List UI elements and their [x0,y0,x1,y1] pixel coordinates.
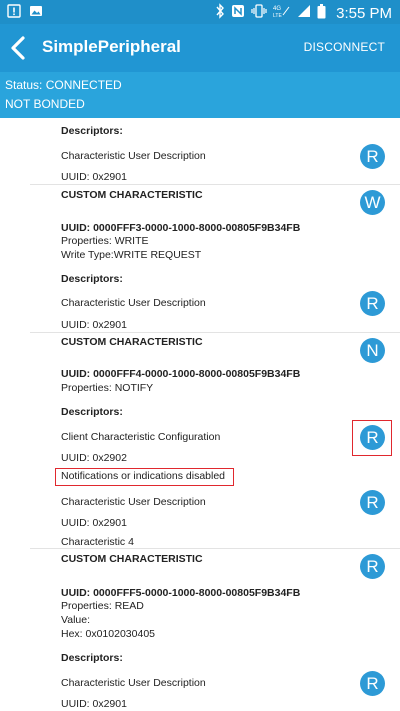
connection-status-strip: Status: CONNECTED NOT BONDED [0,72,400,118]
divider [30,184,400,185]
descriptor-name: Characteristic User Description [61,496,206,508]
app-bar: SimplePeripheral DISCONNECT [0,24,400,72]
app-title: SimplePeripheral [42,37,181,56]
read-button[interactable]: R [360,490,385,515]
read-button[interactable]: R [360,291,385,316]
descriptor-name: Characteristic User Description [61,677,206,689]
cccd-read-button[interactable]: R [360,425,385,450]
read-button[interactable]: R [360,671,385,696]
cccd-status: Notifications or indications disabled [61,470,226,482]
characteristics-list[interactable]: Descriptors: Characteristic User Descrip… [0,118,400,711]
characteristic-title: CUSTOM CHARACTERISTIC [61,553,203,565]
svg-text:4G: 4G [273,6,281,12]
svg-text:LTE: LTE [273,13,282,19]
characteristic-title: CUSTOM CHARACTERISTIC [61,189,203,201]
cccd-descriptor-uuid: UUID: 0x2902 [61,452,127,464]
nfc-icon [231,4,245,22]
write-button[interactable]: W [360,190,385,215]
descriptors-heading: Descriptors: [61,273,123,285]
back-arrow-icon[interactable] [6,34,32,62]
value-label: Value: [61,614,90,626]
characteristic-write-type: Write Type:WRITE REQUEST [61,249,202,261]
system-status-bar: 4G LTE 3:55 PM [0,0,400,24]
read-button[interactable]: R [360,554,385,579]
descriptor-value: Characteristic 4 [61,536,134,548]
descriptor-uuid: UUID: 0x2901 [61,319,127,331]
disconnect-button[interactable]: DISCONNECT [304,40,385,54]
descriptor-uuid: UUID: 0x2901 [61,698,127,710]
descriptor-uuid: UUID: 0x2901 [61,517,127,529]
wifi-4g-icon: 4G LTE [273,3,291,23]
descriptors-heading: Descriptors: [61,406,123,418]
characteristic-uuid: UUID: 0000FFF5-0000-1000-8000-00805F9B34… [61,587,301,599]
characteristic-properties: Properties: NOTIFY [61,382,154,394]
gallery-icon [29,4,43,22]
characteristic-properties: Properties: WRITE [61,235,149,247]
descriptors-heading: Descriptors: [61,125,123,137]
battery-icon [317,3,326,23]
descriptors-heading: Descriptors: [61,652,123,664]
divider [30,548,400,549]
signal-icon [297,4,311,22]
connection-status: Status: CONNECTED [5,78,122,92]
descriptor-name: Characteristic User Description [61,150,206,162]
characteristic-uuid: UUID: 0000FFF3-0000-1000-8000-00805F9B34… [61,222,301,234]
sim-alert-icon [7,4,21,22]
bond-status: NOT BONDED [5,97,85,111]
descriptor-uuid: UUID: 0x2901 [61,171,127,183]
value-hex: Hex: 0x0102030405 [61,628,155,640]
notify-button[interactable]: N [360,338,385,363]
clock-time: 3:55 PM [336,4,392,22]
vibrate-icon [251,4,267,22]
cccd-descriptor-name: Client Characteristic Configuration [61,431,221,443]
characteristic-uuid: UUID: 0000FFF4-0000-1000-8000-00805F9B34… [61,368,301,380]
characteristic-title: CUSTOM CHARACTERISTIC [61,336,203,348]
descriptor-name: Characteristic User Description [61,297,206,309]
bluetooth-icon [215,3,225,23]
divider [30,332,400,333]
read-button[interactable]: R [360,144,385,169]
characteristic-properties: Properties: READ [61,600,144,612]
